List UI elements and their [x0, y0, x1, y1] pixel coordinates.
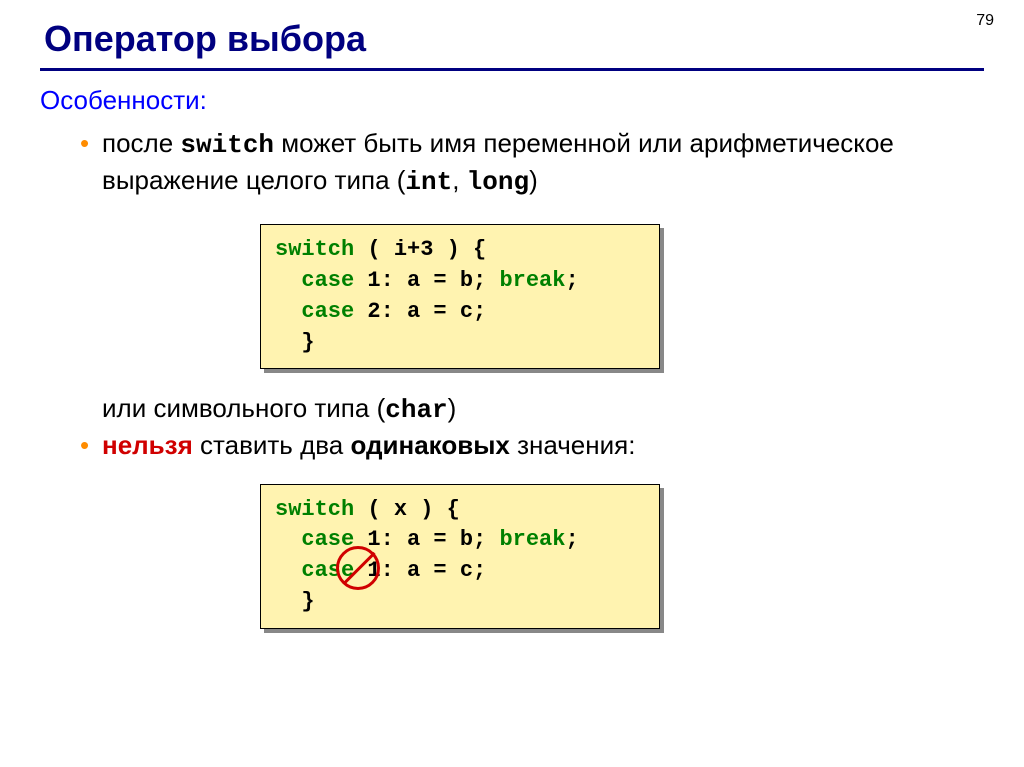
code-text: ;: [565, 268, 578, 293]
code-text: 1: a = b;: [354, 268, 499, 293]
emphasis-red: нельзя: [102, 430, 193, 460]
title-rule: [40, 68, 984, 71]
bullet-item-2: нельзя ставить два одинаковых значения:: [102, 428, 984, 463]
slide-title: Оператор выбора: [40, 18, 984, 60]
bullet-item-1: после switch может быть имя переменной и…: [102, 126, 984, 200]
text: ): [529, 165, 538, 195]
emphasis-bold: одинаковых: [350, 430, 509, 460]
text: после: [102, 128, 180, 158]
code-text: 1: a = c;: [354, 558, 486, 583]
code-block: switch ( x ) { case 1: a = b; break; cas…: [260, 484, 660, 629]
code-text: }: [275, 330, 315, 355]
keyword-switch: switch: [180, 130, 274, 160]
text: ставить два: [193, 430, 351, 460]
kw: case: [275, 558, 354, 583]
code-block: switch ( i+3 ) { case 1: a = b; break; c…: [260, 224, 660, 369]
code-text: ;: [565, 527, 578, 552]
code-text: 2: a = c;: [354, 299, 486, 324]
subheading: Особенности:: [40, 85, 984, 116]
kw: switch: [275, 237, 354, 262]
text: ): [448, 393, 457, 423]
type-int: int: [405, 167, 452, 197]
kw: case: [275, 268, 354, 293]
code-example-2: switch ( x ) { case 1: a = b; break; cas…: [260, 484, 660, 629]
type-char: char: [385, 395, 447, 425]
text: значения:: [510, 430, 636, 460]
code-example-1: switch ( i+3 ) { case 1: a = b; break; c…: [260, 224, 660, 369]
page-number: 79: [976, 12, 994, 30]
type-long: long: [467, 167, 529, 197]
text: ,: [452, 165, 466, 195]
code-text: 1: a = b;: [354, 527, 499, 552]
kw: switch: [275, 497, 354, 522]
code-text: }: [275, 589, 315, 614]
kw: case: [275, 527, 354, 552]
kw: case: [275, 299, 354, 324]
code-text: ( i+3 ) {: [354, 237, 486, 262]
kw: break: [499, 527, 565, 552]
continuation-text: или символьного типа (char): [102, 391, 984, 428]
text: или символьного типа (: [102, 393, 385, 423]
kw: break: [499, 268, 565, 293]
code-text: ( x ) {: [354, 497, 460, 522]
